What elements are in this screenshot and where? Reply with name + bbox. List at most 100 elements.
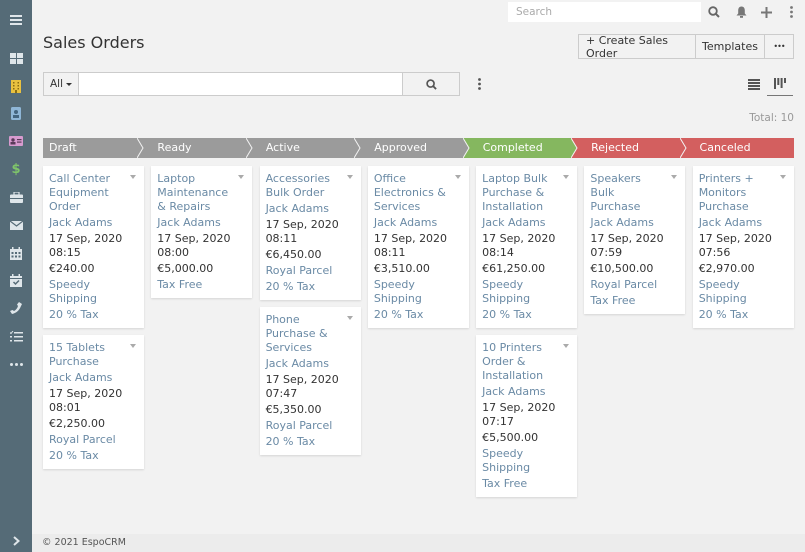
card-menu-caret-icon[interactable] [563, 344, 570, 348]
search-button[interactable] [403, 72, 460, 96]
sidebar-item-opportunities[interactable]: $ [0, 157, 32, 181]
card-date: 17 Sep, 2020 [49, 232, 123, 245]
templates-button[interactable]: Templates [696, 34, 765, 59]
stage-header-ready: Ready [143, 138, 258, 158]
card-title[interactable]: Laptop Bulk Purchase & Installation [482, 172, 571, 214]
card-menu-caret-icon[interactable] [346, 175, 353, 179]
card-title[interactable]: Phone Purchase & Services [266, 313, 355, 355]
card-time: 07:47 [265, 387, 298, 400]
kanban-card[interactable]: 10 Printers Order & Installation Jack Ada… [476, 335, 578, 497]
card-amount: €5,350.00 [265, 403, 322, 416]
card-title[interactable]: Printers + Monitors Purchase [699, 172, 788, 214]
stage-arrow-icon [245, 138, 258, 158]
card-amount: €3,510.00 [373, 262, 430, 275]
sidebar-item-calendar[interactable] [0, 241, 32, 265]
building-icon [11, 79, 21, 93]
calendar-check-icon [10, 273, 22, 287]
briefcase-icon [9, 191, 23, 203]
global-search-button[interactable] [704, 2, 724, 22]
sidebar-item-cases[interactable] [0, 185, 32, 209]
kanban-card[interactable]: Phone Purchase & Services Jack Adams 17 Se… [259, 307, 361, 455]
hamburger-icon [10, 15, 22, 25]
kanban-card[interactable]: Printers + Monitors Purchase Jack Adams 17… [692, 166, 794, 328]
card-amount: €2,250.00 [49, 417, 105, 430]
card-menu-caret-icon[interactable] [130, 175, 136, 179]
kanban-card[interactable]: Speakers Bulk Purchase Jack Adams 17 Sep, … [584, 166, 686, 314]
global-search-input[interactable] [508, 2, 701, 22]
card-title[interactable]: Speakers Bulk Purchase [590, 172, 679, 214]
menu-button[interactable] [781, 2, 801, 22]
total-count: Total: 10 [749, 112, 794, 124]
card-assigned-user[interactable]: Jack Adams [482, 385, 571, 399]
stage-arrow-icon [137, 138, 150, 158]
search-icon [708, 6, 720, 18]
card-menu-caret-icon[interactable] [238, 175, 245, 179]
kanban-card[interactable]: Laptop Maintenance & Repairs Jack Adams 17… [151, 166, 253, 298]
bell-icon [736, 6, 746, 18]
card-amount: €240.00 [49, 262, 95, 275]
card-assigned-user[interactable]: Jack Adams [49, 216, 138, 230]
card-title[interactable]: Accessories Bulk Order [266, 172, 355, 200]
card-assigned-user[interactable]: Jack Adams [482, 216, 571, 230]
card-menu-caret-icon[interactable] [454, 175, 461, 179]
sidebar-item-tasks[interactable] [0, 324, 32, 348]
notifications-button[interactable] [731, 2, 751, 22]
card-menu-caret-icon[interactable] [130, 344, 136, 348]
card-title[interactable]: 10 Printers Order & Installation [482, 341, 571, 383]
search-input[interactable] [79, 72, 403, 96]
card-assigned-user[interactable]: Jack Adams [49, 371, 138, 385]
sidebar-item-contacts[interactable] [0, 101, 32, 125]
list-view-button[interactable] [741, 72, 767, 96]
sidebar-toggle-button[interactable] [0, 8, 32, 32]
sidebar-item-home[interactable] [0, 46, 32, 70]
card-date: 17 Sep, 2020 [482, 401, 556, 414]
kanban-card[interactable]: 15 Tablets Purchase Jack Adams 17 Sep, 202… [43, 335, 144, 469]
kanban-column-completed: Laptop Bulk Purchase & Installation Jack … [476, 166, 584, 504]
card-tax: 20 % Tax [49, 449, 99, 462]
stage-label: Rejected [591, 141, 639, 154]
sidebar-item-more[interactable] [0, 352, 32, 376]
sidebar: $ [0, 0, 32, 552]
kanban-card[interactable]: Accessories Bulk Order Jack Adams 17 Sep, … [259, 166, 361, 300]
card-menu-caret-icon[interactable] [671, 175, 678, 179]
kanban-card[interactable]: Call Center Equipment Order Jack Adams 17 … [43, 166, 144, 328]
sidebar-item-leads[interactable] [0, 129, 32, 153]
card-menu-caret-icon[interactable] [346, 316, 353, 320]
card-shipping-method: Speedy Shipping [373, 278, 422, 305]
card-title[interactable]: 15 Tablets Purchase [49, 341, 138, 369]
card-tax: 20 % Tax [265, 280, 316, 293]
kanban-card[interactable]: Laptop Bulk Purchase & Installation Jack … [476, 166, 578, 328]
kanban-card[interactable]: Office Electronics & Services Jack Adams 1… [367, 166, 469, 328]
filter-dropdown[interactable]: All [43, 72, 79, 96]
kanban-column-approved: Office Electronics & Services Jack Adams 1… [367, 166, 476, 504]
more-actions-button[interactable]: ••• [765, 34, 794, 59]
card-title[interactable]: Laptop Maintenance & Repairs [157, 172, 246, 214]
calendar-icon [10, 246, 22, 260]
chevron-right-icon [12, 536, 20, 546]
quick-create-button[interactable] [756, 2, 776, 22]
search-options-button[interactable] [472, 75, 486, 93]
sidebar-item-accounts[interactable] [0, 74, 32, 98]
card-assigned-user[interactable]: Jack Adams [157, 216, 246, 230]
card-assigned-user[interactable]: Jack Adams [266, 202, 355, 216]
sidebar-item-calls[interactable] [0, 296, 32, 320]
card-assigned-user[interactable]: Jack Adams [699, 216, 788, 230]
card-assigned-user[interactable]: Jack Adams [266, 357, 355, 371]
stage-arrow-icon [571, 138, 584, 158]
filter-label: All [49, 78, 64, 90]
search-bar: All [43, 72, 460, 96]
stage-header-active: Active [251, 138, 367, 158]
kanban-view-button[interactable] [767, 72, 793, 96]
card-amount: €5,500.00 [482, 431, 539, 444]
card-menu-caret-icon[interactable] [779, 175, 786, 179]
copyright-text: © 2021 EspoCRM [42, 537, 126, 548]
create-sales-order-button[interactable]: + Create Sales Order [578, 34, 696, 60]
card-assigned-user[interactable]: Jack Adams [374, 216, 463, 230]
card-title[interactable]: Office Electronics & Services [374, 172, 463, 214]
sidebar-item-emails[interactable] [0, 213, 32, 237]
card-assigned-user[interactable]: Jack Adams [590, 216, 679, 230]
sidebar-item-meetings[interactable] [0, 268, 32, 292]
card-menu-caret-icon[interactable] [563, 175, 570, 179]
sidebar-expand-button[interactable] [0, 529, 32, 552]
card-title[interactable]: Call Center Equipment Order [49, 172, 138, 214]
